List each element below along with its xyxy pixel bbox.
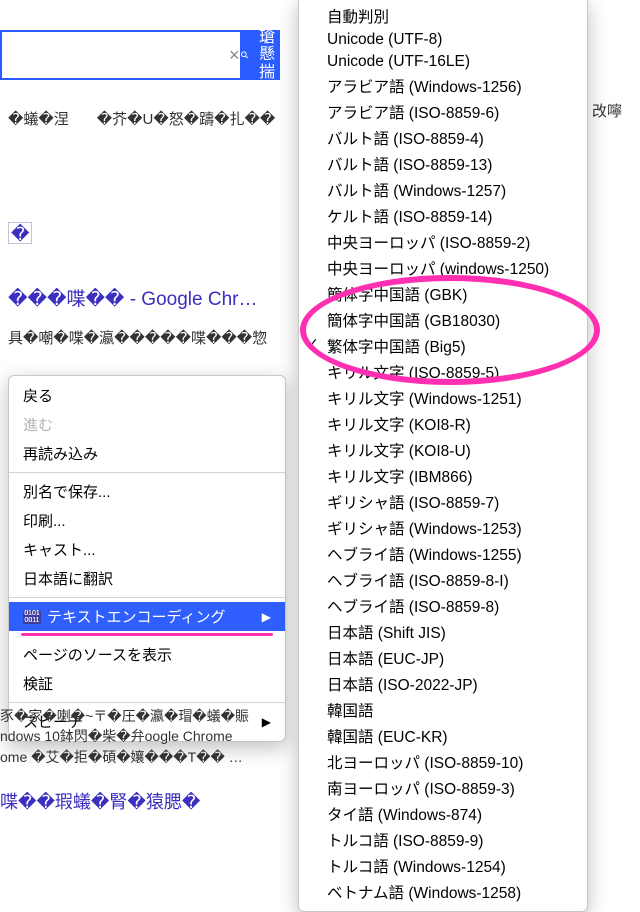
encoding-option[interactable]: ケルト語 (ISO-8859-14) xyxy=(299,203,587,229)
tabs-row: �蟻�涅 �芥�U�怒�躊�扎�� xyxy=(0,108,300,129)
menu-separator xyxy=(9,597,285,598)
text-line: 豕�家�喇�~〒�圧�瀛�瑁�蟻�賑 xyxy=(0,706,300,726)
menu-back[interactable]: 戻る xyxy=(9,381,285,410)
menu-view-source[interactable]: ページのソースを表示 xyxy=(9,640,285,669)
result-subtitle: 具�嘲�喋�瀛�����喋���惣 xyxy=(8,327,300,348)
clear-icon[interactable]: × xyxy=(229,32,240,78)
menu-text-encoding-label: テキストエンコーディング xyxy=(47,606,226,627)
search-input[interactable] xyxy=(2,32,229,78)
menu-inspect[interactable]: 検証 xyxy=(9,669,285,698)
menu-save-as[interactable]: 別名で保存... xyxy=(9,477,285,506)
menu-separator xyxy=(9,472,285,473)
encoding-option[interactable]: キリル文字 (KOI8-U) xyxy=(299,437,587,463)
encoding-option[interactable]: 韓国語 xyxy=(299,697,587,723)
encoding-option[interactable]: タイ語 (Windows-874) xyxy=(299,801,587,827)
menu-reload[interactable]: 再読み込み xyxy=(9,439,285,468)
context-menu: 戻る 進む 再読み込み 別名で保存... 印刷... キャスト... 日本語に翻… xyxy=(8,375,286,742)
encoding-option[interactable]: ヘブライ語 (ISO-8859-8) xyxy=(299,593,587,619)
encoding-option[interactable]: 中央ヨーロッパ (windows-1250) xyxy=(299,255,587,281)
menu-cast[interactable]: キャスト... xyxy=(9,535,285,564)
encoding-option[interactable]: 簡体字中国語 (GB18030) xyxy=(299,307,587,333)
side-text: 改嚀 xyxy=(592,100,622,121)
encoding-option[interactable]: アラビア語 (ISO-8859-6) xyxy=(299,99,587,125)
menu-text-encoding[interactable]: 01010011 テキストエンコーディング ▶ xyxy=(9,602,285,631)
encoding-option[interactable]: 中央ヨーロッパ (ISO-8859-2) xyxy=(299,229,587,255)
search-bar: × 瑲懸揣 xyxy=(0,30,280,80)
encoding-option[interactable]: バルト語 (ISO-8859-13) xyxy=(299,151,587,177)
encoding-option[interactable]: 日本語 (EUC-JP) xyxy=(299,645,587,671)
tab-item[interactable]: �蟻�涅 xyxy=(8,108,69,129)
encoding-option[interactable]: トルコ語 (ISO-8859-9) xyxy=(299,827,587,853)
encoding-option[interactable]: バルト語 (Windows-1257) xyxy=(299,177,587,203)
result-title[interactable]: 喋��瑕蟻�腎�猿腮� xyxy=(0,788,200,814)
encoding-option[interactable]: 繁体字中国語 (Big5) xyxy=(299,333,587,359)
menu-separator xyxy=(9,702,285,703)
text-line: ome �艾�拒�碩�孃���T�� … xyxy=(0,747,300,767)
encoding-option[interactable]: 日本語 (ISO-2022-JP) xyxy=(299,671,587,697)
result-title[interactable]: ���喋�� - Google Chr… xyxy=(8,284,300,311)
encoding-option[interactable]: ヘブライ語 (Windows-1255) xyxy=(299,541,587,567)
encoding-option[interactable]: キリル文字 (KOI8-R) xyxy=(299,411,587,437)
encoding-submenu: 自動判別Unicode (UTF-8)Unicode (UTF-16LE)アラビ… xyxy=(298,0,588,912)
encoding-option[interactable]: 日本語 (Shift JIS) xyxy=(299,619,587,645)
encoding-option[interactable]: アラビア語 (Windows-1256) xyxy=(299,73,587,99)
encoding-option[interactable]: Unicode (UTF-8) xyxy=(299,29,587,51)
search-icon xyxy=(240,46,249,64)
tab-item[interactable]: �芥�U�怒�躊�扎�� xyxy=(97,108,276,129)
encoding-option[interactable]: バルト語 (ISO-8859-4) xyxy=(299,125,587,151)
menu-translate[interactable]: 日本語に翻訳 xyxy=(9,564,285,593)
encoding-option[interactable]: ベトナム語 (Windows-1258) xyxy=(299,879,587,905)
encoding-option[interactable]: トルコ語 (Windows-1254) xyxy=(299,853,587,879)
binary-icon: 01010011 xyxy=(23,610,41,624)
encoding-option[interactable]: 韓国語 (EUC-KR) xyxy=(299,723,587,749)
menu-print[interactable]: 印刷... xyxy=(9,506,285,535)
chevron-right-icon: ▶ xyxy=(262,610,271,624)
encoding-option[interactable]: ギリシャ語 (Windows-1253) xyxy=(299,515,587,541)
annotation-underline xyxy=(21,633,273,636)
search-button-label: 瑲懸揣 xyxy=(255,29,280,82)
text-line: ndows 10鉢閃�柴�弁oogle Chrome xyxy=(0,726,300,746)
encoding-option[interactable]: 簡体字中国語 (GBK) xyxy=(299,281,587,307)
encoding-option[interactable]: Unicode (UTF-16LE) xyxy=(299,51,587,73)
encoding-option[interactable]: 北ヨーロッパ (ISO-8859-10) xyxy=(299,749,587,775)
page-content: � ���喋�� - Google Chr… 具�嘲�喋�瀛�����喋���惣 xyxy=(0,222,300,348)
search-button[interactable]: 瑲懸揣 xyxy=(240,32,280,78)
encoding-option[interactable]: キリル文字 (Windows-1251) xyxy=(299,385,587,411)
encoding-option[interactable]: 南ヨーロッパ (ISO-8859-3) xyxy=(299,775,587,801)
encoding-option[interactable]: 自動判別 xyxy=(299,3,587,29)
below-text: 豕�家�喇�~〒�圧�瀛�瑁�蟻�賑 ndows 10鉢閃�柴�弁oogle C… xyxy=(0,706,300,767)
menu-forward: 進む xyxy=(9,410,285,439)
encoding-option[interactable]: キリル文字 (ISO-8859-5) xyxy=(299,359,587,385)
encoding-option[interactable]: キリル文字 (IBM866) xyxy=(299,463,587,489)
encoding-option[interactable]: ギリシャ語 (ISO-8859-7) xyxy=(299,489,587,515)
badge-icon: � xyxy=(8,222,32,244)
encoding-option[interactable]: ヘブライ語 (ISO-8859-8-I) xyxy=(299,567,587,593)
